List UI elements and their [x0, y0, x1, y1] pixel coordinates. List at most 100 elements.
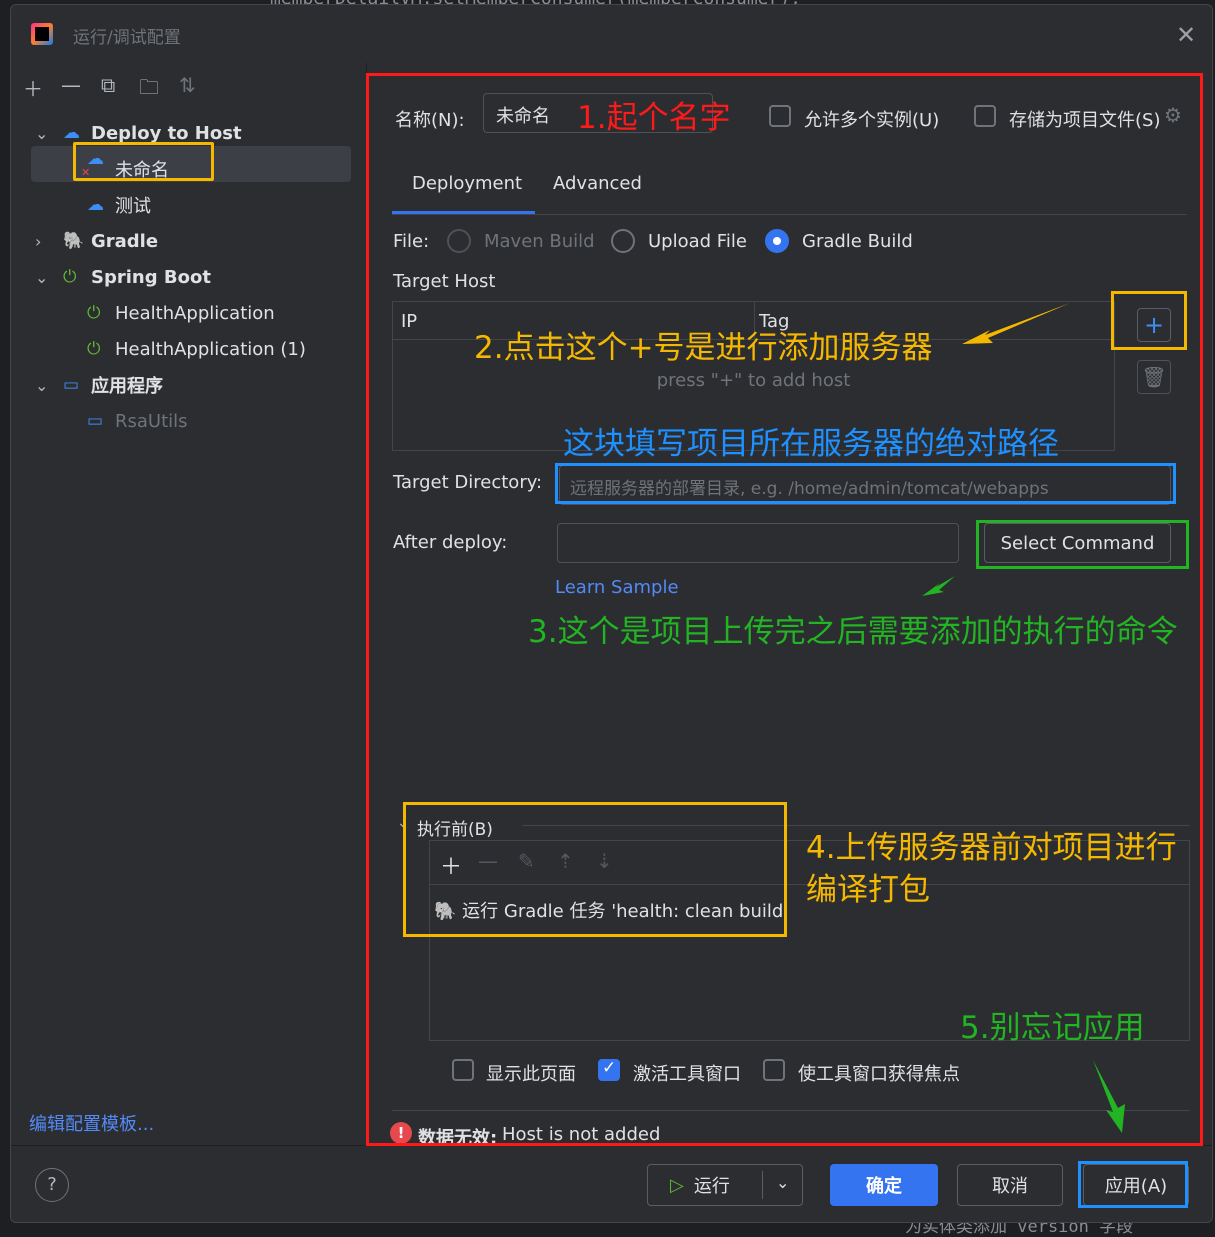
error-icon: ! — [390, 1122, 412, 1144]
spring-boot-error-icon: ⏻ — [87, 303, 101, 323]
show-page-checkbox[interactable] — [452, 1059, 474, 1081]
edit-templates-link[interactable]: 编辑配置模板... — [29, 1110, 154, 1136]
tree-item-health-app-1[interactable]: ⏻ HealthApplication (1) — [87, 332, 306, 366]
tab-deployment[interactable]: Deployment — [412, 173, 522, 194]
remove-task-icon[interactable]: — — [478, 849, 498, 873]
tree-group-gradle[interactable]: › 🐘 Gradle — [35, 224, 158, 258]
learn-sample-link[interactable]: Learn Sample — [555, 577, 679, 598]
select-command-button[interactable]: Select Command — [984, 523, 1171, 563]
upload-file-radio[interactable] — [611, 229, 635, 253]
target-dir-placeholder: 远程服务器的部署目录, e.g. /home/admin/tomcat/weba… — [570, 479, 1049, 499]
run-button[interactable]: ▷ 运行 ⌄ — [647, 1164, 803, 1206]
maven-build-label: Maven Build — [484, 231, 595, 252]
annotation-note-3: 3.这个是项目上传完之后需要添加的执行的命令 — [528, 614, 1178, 650]
error-divider — [392, 1110, 1190, 1111]
host-col-ip[interactable]: IP — [401, 311, 417, 332]
plus-icon: + — [1143, 311, 1165, 339]
host-empty-text: press "+" to add host — [656, 370, 851, 391]
remove-host-button[interactable]: 🗑 — [1137, 360, 1171, 394]
tree-item-unnamed[interactable]: ☁✕ 未命名 — [81, 149, 169, 186]
add-icon[interactable]: ＋ — [23, 73, 43, 102]
task-label: 运行 Gradle 任务 'health: clean build' — [462, 901, 789, 922]
store-as-file-checkbox[interactable] — [974, 105, 996, 127]
config-form-panel: 名称(N): 未命名 允许多个实例(U) 存储为项目文件(S) ⚙ Deploy… — [366, 63, 1212, 1149]
activate-tool-label: 激活工具窗口 — [633, 1064, 741, 1085]
apply-button[interactable]: 应用(A) — [1083, 1164, 1189, 1206]
tree-label: HealthApplication — [115, 302, 275, 324]
folder-icon[interactable]: 🗀 — [139, 73, 159, 107]
run-label: 运行 — [693, 1176, 730, 1197]
error-message: Host is not added — [502, 1124, 661, 1145]
close-icon[interactable]: ✕ — [1176, 21, 1196, 49]
edit-task-icon[interactable]: ✎ — [518, 849, 535, 873]
upload-file-label: Upload File — [648, 231, 747, 252]
allow-multiple-checkbox[interactable] — [769, 105, 791, 127]
remove-icon[interactable]: — — [61, 73, 81, 97]
annotation-note-2: 2.点击这个+号是进行添加服务器 — [474, 330, 933, 366]
before-launch-label: 执行前(B) — [417, 820, 493, 840]
tree-label: RsaUtils — [115, 410, 188, 432]
title-bar: 运行/调试配置 ✕ — [11, 5, 1212, 63]
cloud-error-icon: ☁✕ — [81, 149, 104, 179]
tree-label: HealthApplication (1) — [115, 338, 306, 360]
play-icon: ▷ — [670, 1174, 684, 1196]
move-down-icon[interactable]: ⇣ — [596, 849, 613, 873]
tree-label: 未命名 — [115, 160, 169, 181]
copy-icon[interactable]: ⧉ — [101, 73, 115, 97]
move-up-icon[interactable]: ⇡ — [557, 849, 574, 873]
gradle-build-radio[interactable] — [765, 229, 789, 253]
error-prefix: 数据无效: — [418, 1128, 498, 1149]
target-host-label: Target Host — [393, 271, 496, 292]
after-deploy-label: After deploy: — [393, 532, 508, 553]
gear-icon[interactable]: ⚙ — [1164, 103, 1182, 127]
tab-divider — [392, 214, 1187, 215]
before-launch-task[interactable]: 🐘 运行 Gradle 任务 'health: clean build' — [434, 897, 788, 923]
name-value: 未命名 — [496, 106, 550, 127]
annotation-note-4b: 编译打包 — [806, 872, 930, 908]
help-button[interactable]: ? — [35, 1168, 69, 1202]
tree-group-spring-boot[interactable]: ⌄ ⏻ Spring Boot — [35, 260, 211, 294]
focus-tool-checkbox[interactable] — [763, 1059, 785, 1081]
tree-item-rsautils[interactable]: ▭ RsaUtils — [87, 404, 188, 438]
chevron-down-icon[interactable]: ⌄ — [776, 1173, 789, 1192]
ok-button[interactable]: 确定 — [830, 1164, 938, 1206]
tree-label: Deploy to Host — [91, 122, 242, 144]
add-task-icon[interactable]: ＋ — [440, 849, 462, 881]
tree-group-application[interactable]: ⌄ ▭ 应用程序 — [35, 368, 163, 402]
chevron-down-icon[interactable]: ⌄ — [35, 376, 51, 395]
sort-icon[interactable]: ⇅ — [179, 73, 196, 97]
show-page-label: 显示此页面 — [486, 1064, 576, 1085]
tree-item-test[interactable]: ☁ 测试 — [87, 188, 151, 222]
tree-label: Gradle — [91, 230, 159, 252]
chevron-down-icon[interactable]: ⌄ — [397, 815, 409, 831]
add-host-button[interactable]: + — [1137, 308, 1171, 342]
after-deploy-field[interactable] — [557, 523, 959, 563]
tree-group-deploy[interactable]: ⌄ ☁ Deploy to Host — [35, 116, 242, 150]
cancel-button[interactable]: 取消 — [957, 1164, 1063, 1206]
chevron-down-icon[interactable]: ⌄ — [35, 268, 51, 287]
chevron-right-icon[interactable]: › — [35, 232, 51, 251]
spring-boot-icon: ⏻ — [63, 267, 77, 287]
tree-label: Spring Boot — [91, 266, 211, 288]
application-icon: ▭ — [63, 375, 80, 395]
tree-label: 应用程序 — [91, 376, 163, 397]
config-tree-panel: ＋ — ⧉ 🗀 ⇅ ⌄ ☁ Deploy to Host ☁✕ 未命名 ☁ 测试… — [11, 63, 366, 1145]
window-title: 运行/调试配置 — [73, 28, 181, 48]
tree-label: 测试 — [115, 196, 151, 217]
name-label: 名称(N): — [395, 110, 465, 131]
chevron-down-icon[interactable]: ⌄ — [35, 124, 51, 143]
maven-build-radio[interactable] — [447, 229, 471, 253]
trash-icon: 🗑 — [1141, 365, 1167, 389]
tree-item-health-app[interactable]: ⏻ HealthApplication — [87, 296, 275, 330]
split-divider — [762, 1171, 763, 1199]
selected-row-highlight — [31, 146, 351, 182]
activate-tool-checkbox[interactable] — [598, 1058, 620, 1081]
allow-multiple-label: 允许多个实例(U) — [804, 110, 940, 131]
gradle-build-label: Gradle Build — [802, 231, 913, 252]
focus-tool-label: 使工具窗口获得焦点 — [798, 1064, 960, 1085]
store-as-file-label: 存储为项目文件(S) — [1009, 110, 1161, 131]
tab-advanced[interactable]: Advanced — [553, 173, 642, 194]
application-error-icon: ▭ — [87, 411, 104, 431]
target-dir-field[interactable]: 远程服务器的部署目录, e.g. /home/admin/tomcat/weba… — [559, 465, 1171, 505]
annotation-note-5: 5.别忘记应用 — [960, 1010, 1145, 1046]
